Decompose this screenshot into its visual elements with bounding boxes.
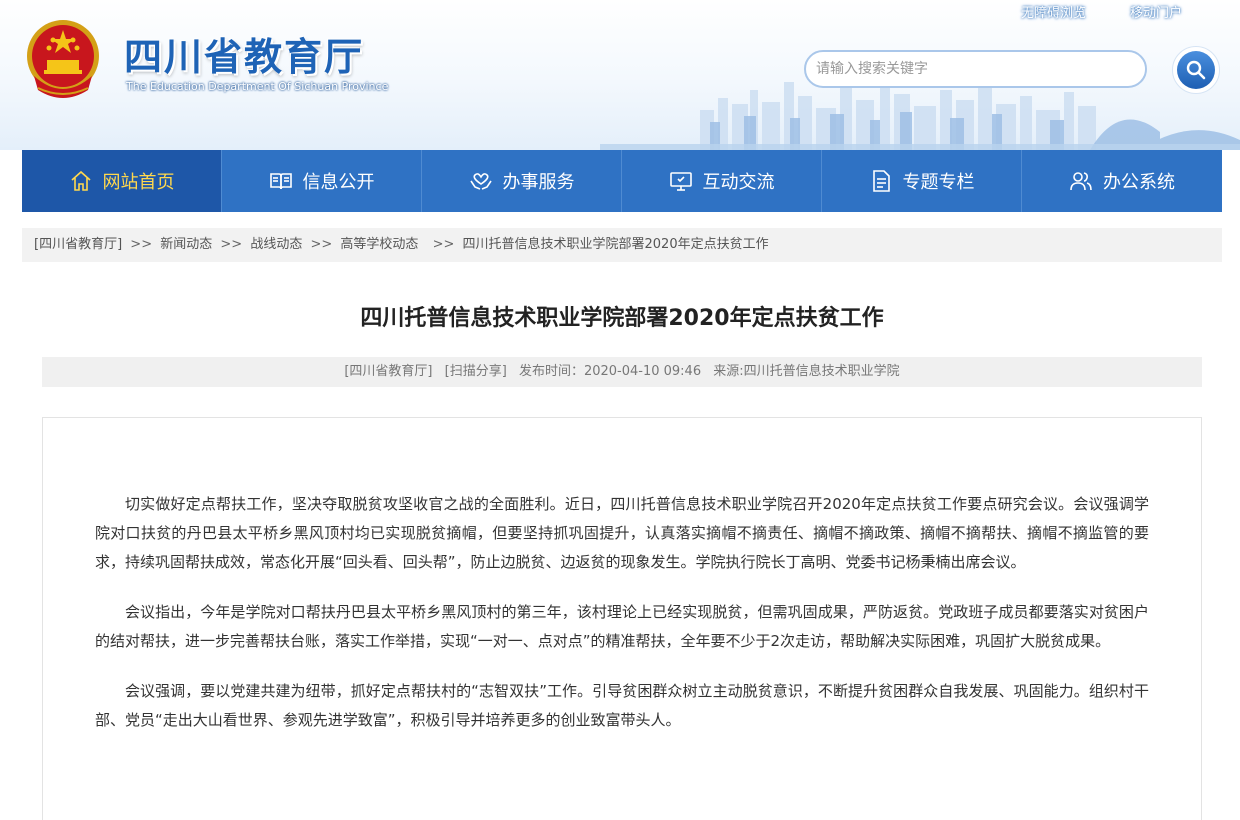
book-icon <box>269 173 292 190</box>
nav-item-label: 专题专栏 <box>902 172 975 193</box>
article-paragraph: 切实做好定点帮扶工作，坚决夺取脱贫攻坚收官之战的全面胜利。近日，四川托普信息技术… <box>95 495 1149 571</box>
nav-item-label: 互动交流 <box>702 172 775 193</box>
search-input[interactable]: 请输入搜索关键字 <box>804 50 1147 88</box>
nav-item-label: 办事服务 <box>502 172 575 193</box>
accessibility-link[interactable]: 无障碍浏览 <box>1021 2 1086 21</box>
breadcrumb: [四川省教育厅] >> 新闻动态 >> 战线动态 >> 高等学校动态 >> 四川… <box>22 228 1222 262</box>
meta-source: 来源:四川托普信息技术职业学院 <box>713 364 900 379</box>
hands-icon <box>469 173 492 190</box>
nav-item-info-disclosure[interactable]: 信息公开 <box>222 150 422 212</box>
main-nav: 网站首页 信息公开 办事服务 互动交流 专题专栏 办公系统 <box>22 150 1222 212</box>
national-emblem-logo[interactable] <box>22 16 104 102</box>
meta-share-button[interactable]: [扫描分享] <box>445 364 507 379</box>
article-paragraph: 会议强调，要以党建共建为纽带，抓好定点帮扶村的“志智双扶”工作。引导贫困群众树立… <box>95 682 1149 729</box>
nav-item-label: 办公系统 <box>1103 172 1175 193</box>
nav-item-services[interactable]: 办事服务 <box>422 150 622 212</box>
search-button[interactable] <box>1172 46 1220 94</box>
breadcrumb-home[interactable]: [四川省教育厅] <box>34 237 122 252</box>
mobile-portal-link[interactable]: 移动门户 <box>1130 2 1182 21</box>
home-icon <box>70 170 91 191</box>
meta-published-time: 发布时间：2020-04-10 09:46 <box>518 364 702 379</box>
site-header: 无障碍浏览 移动门户 四川省教育厅 The Education Departme… <box>0 0 1240 150</box>
search-icon <box>1186 60 1206 80</box>
article-title: 四川托普信息技术职业学院部署2020年定点扶贫工作 <box>360 306 884 331</box>
breadcrumb-universities[interactable]: 高等学校动态 <box>340 237 418 252</box>
breadcrumb-news[interactable]: 新闻动态 <box>160 237 212 252</box>
monitor-icon <box>669 172 692 191</box>
site-subtitle: The Education Department Of Sichuan Prov… <box>126 80 389 93</box>
nav-item-home[interactable]: 网站首页 <box>22 150 222 212</box>
nav-item-label: 信息公开 <box>302 172 375 193</box>
nav-item-label: 网站首页 <box>102 172 175 193</box>
breadcrumb-frontline[interactable]: 战线动态 <box>250 237 302 252</box>
nav-item-special-topics[interactable]: 专题专栏 <box>822 150 1022 212</box>
breadcrumb-current[interactable]: 四川托普信息技术职业学院部署2020年定点扶贫工作 <box>463 237 769 252</box>
nav-item-interaction[interactable]: 互动交流 <box>622 150 822 212</box>
users-icon <box>1070 172 1092 191</box>
site-title: 四川省教育厅 <box>124 35 365 79</box>
nav-item-office-system[interactable]: 办公系统 <box>1022 150 1222 212</box>
article-meta: [四川省教育厅] [扫描分享] 发布时间：2020-04-10 09:46 来源… <box>42 357 1202 387</box>
article-paragraph: 会议指出，今年是学院对口帮扶丹巴县太平桥乡黑风顶村的第三年，该村理论上已经实现脱… <box>95 603 1149 650</box>
document-icon <box>872 170 890 192</box>
top-links: 无障碍浏览 移动门户 <box>1021 2 1182 21</box>
meta-site[interactable]: [四川省教育厅] <box>344 364 432 379</box>
article-body: 切实做好定点帮扶工作，坚决夺取脱贫攻坚收官之战的全面胜利。近日，四川托普信息技术… <box>42 417 1202 820</box>
